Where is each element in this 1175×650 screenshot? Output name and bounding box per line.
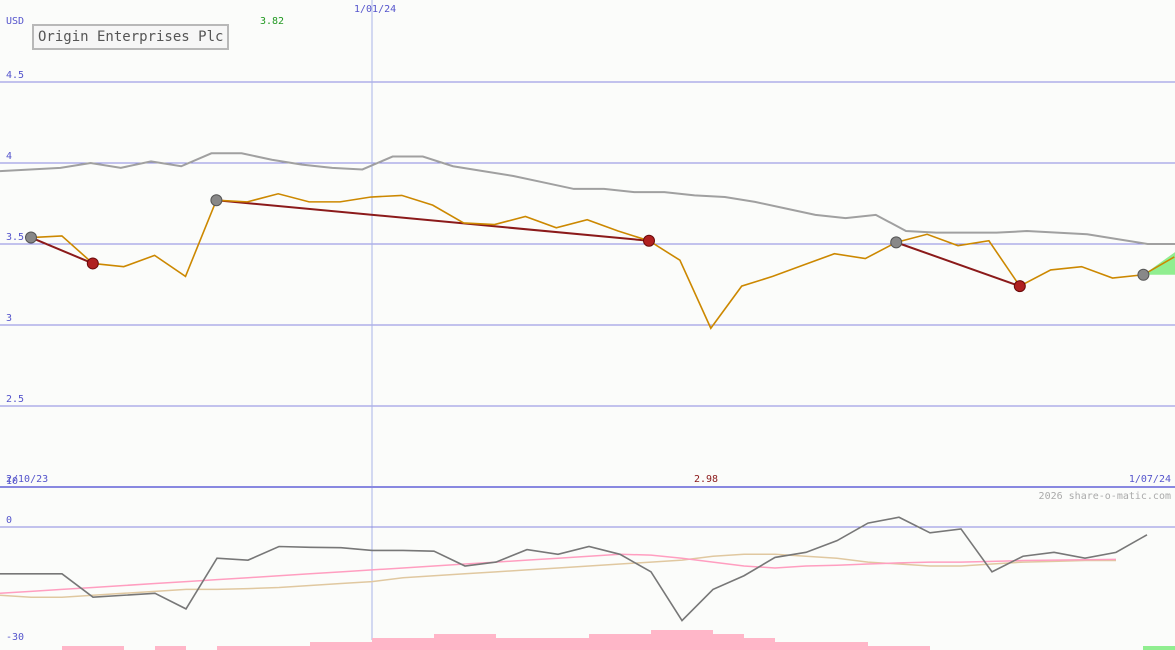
volume-bar: [217, 646, 248, 650]
volume-bar: [248, 646, 279, 650]
volume-bar: [341, 642, 372, 650]
average-line: [0, 152, 1175, 245]
trough-marker: [643, 234, 655, 247]
trend-line: [895, 241, 1021, 288]
y-tick-label: 10: [6, 476, 18, 487]
volume-bar: [403, 638, 434, 650]
volume-bar: [651, 630, 682, 650]
volume-bar: [837, 642, 868, 650]
volume-bar: [806, 642, 837, 650]
volume-bar: [899, 646, 930, 650]
x-tick-label: 1/07/24: [1129, 474, 1171, 485]
y-tick-label: 2.5: [6, 394, 24, 405]
volume-bar: [868, 646, 899, 650]
peak-marker: [210, 194, 223, 207]
y-tick-label: -30: [6, 632, 24, 643]
y-tick-label: 4: [6, 151, 12, 162]
low-annotation: 2.98: [694, 474, 718, 485]
indicator-line: [0, 553, 1117, 595]
volume-bar: [465, 634, 496, 650]
volume-bar: [496, 638, 527, 650]
volume-bar: [775, 642, 806, 650]
indicator-line: [0, 516, 1148, 622]
watermark: 2026 share-o-matic.com: [1039, 491, 1171, 502]
y-axis-label: USD: [6, 16, 24, 27]
volume-bar: [434, 634, 465, 650]
volume-bar: [744, 638, 775, 650]
trough-marker: [1013, 280, 1026, 293]
y-tick-label: 3: [6, 313, 12, 324]
volume-bar: [682, 630, 713, 650]
volume-bar: [372, 638, 403, 650]
volume-bar: [713, 634, 744, 650]
peak-marker: [1137, 268, 1150, 281]
y-tick-label: 3.5: [6, 232, 24, 243]
volume-bar: [62, 646, 93, 650]
volume-bar: [558, 638, 589, 650]
peak-marker: [890, 236, 903, 249]
trough-marker: [86, 257, 99, 270]
price-line: [30, 192, 1175, 330]
volume-bar: [1143, 646, 1175, 650]
x-tick-label: 1/01/24: [354, 4, 396, 15]
high-annotation: 3.82: [260, 16, 284, 27]
y-tick-label: 0: [6, 515, 12, 526]
volume-bar: [620, 634, 651, 650]
chart-title: Origin Enterprises Plc: [32, 24, 230, 50]
volume-bar: [589, 634, 620, 650]
peak-marker: [25, 231, 37, 244]
volume-bar: [155, 646, 186, 650]
volume-bar: [310, 642, 341, 650]
y-tick-label: 4.5: [6, 70, 24, 81]
price-chart: 4.543.532.5USD 3.821/01/242/10/23 1/07/242…: [0, 0, 1175, 650]
volume-bar: [93, 646, 124, 650]
volume-bar: [527, 638, 558, 650]
indicator-line: [0, 553, 1116, 598]
chart-canvas: 4.5 4 3.5 3 2.5 USD 3.82 1/01/24 2/10/23 1/07/24 2…: [0, 0, 1175, 650]
trend-line: [30, 236, 94, 265]
volume-bar: [279, 646, 310, 650]
